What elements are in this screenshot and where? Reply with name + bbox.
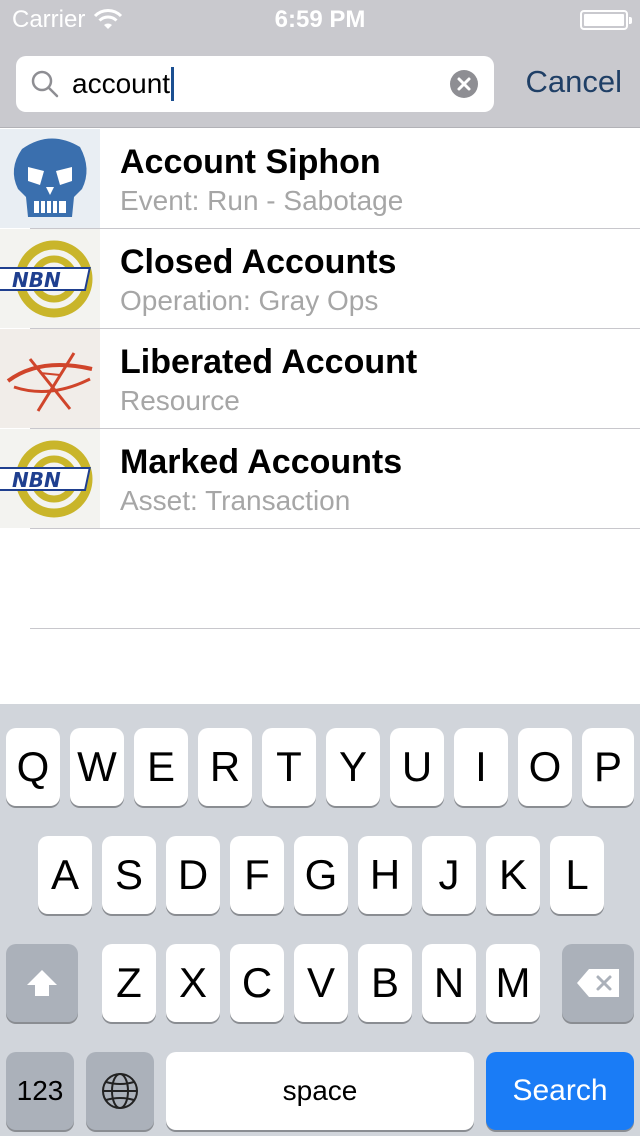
clock: 6:59 PM	[274, 6, 366, 33]
result-subtitle: Event: Run - Sabotage	[120, 185, 404, 216]
key-w[interactable]: W	[70, 728, 124, 806]
key-d[interactable]: D	[166, 836, 220, 914]
result-subtitle: Operation: Gray Ops	[120, 285, 379, 316]
result-title: Closed Accounts	[120, 243, 397, 281]
result-subtitle: Asset: Transaction	[120, 485, 351, 516]
nbn-logo-icon: NBN	[0, 229, 100, 328]
key-u[interactable]: U	[390, 728, 444, 806]
list-item[interactable]: Liberated Account Resource	[0, 329, 640, 429]
result-subtitle: Resource	[120, 385, 240, 416]
search-input[interactable]: account	[16, 56, 494, 112]
text-cursor	[171, 67, 175, 101]
cancel-button[interactable]: Cancel	[526, 60, 623, 104]
key-o[interactable]: O	[518, 728, 572, 806]
key-s[interactable]: S	[102, 836, 156, 914]
space-key[interactable]: space	[166, 1052, 474, 1130]
search-query: account	[72, 68, 171, 99]
empty-row	[0, 529, 640, 629]
key-p[interactable]: P	[582, 728, 634, 806]
anarch-skull-icon	[0, 129, 100, 228]
result-title: Account Siphon	[120, 143, 381, 181]
key-k[interactable]: K	[486, 836, 540, 914]
backspace-icon	[577, 969, 619, 997]
numbers-key[interactable]: 123	[6, 1052, 74, 1130]
key-g[interactable]: G	[294, 836, 348, 914]
status-bar: Carrier 6:59 PM	[0, 0, 640, 40]
key-r[interactable]: R	[198, 728, 252, 806]
key-e[interactable]: E	[134, 728, 188, 806]
delete-key[interactable]	[562, 944, 634, 1022]
key-b[interactable]: B	[358, 944, 412, 1022]
keyboard: Q W E R T Y U I O P A S D F G H J K L Z …	[0, 704, 640, 1136]
battery-icon	[580, 10, 632, 30]
search-text: account	[72, 67, 175, 101]
shift-key[interactable]	[6, 944, 78, 1022]
key-z[interactable]: Z	[102, 944, 156, 1022]
key-v[interactable]: V	[294, 944, 348, 1022]
svg-text:NBN: NBN	[12, 268, 61, 292]
list-item[interactable]: NBN Closed Accounts Operation: Gray Ops	[0, 229, 640, 329]
key-t[interactable]: T	[262, 728, 316, 806]
results-list: Account Siphon Event: Run - Sabotage NBN…	[0, 129, 640, 629]
result-title: Marked Accounts	[120, 443, 403, 481]
key-m[interactable]: M	[486, 944, 540, 1022]
key-y[interactable]: Y	[326, 728, 380, 806]
globe-icon	[102, 1073, 138, 1109]
nbn-logo-icon: NBN	[0, 429, 100, 528]
search-button[interactable]: Search	[486, 1052, 634, 1130]
key-i[interactable]: I	[454, 728, 508, 806]
key-f[interactable]: F	[230, 836, 284, 914]
clear-icon[interactable]	[450, 70, 478, 98]
key-j[interactable]: J	[422, 836, 476, 914]
key-c[interactable]: C	[230, 944, 284, 1022]
key-n[interactable]: N	[422, 944, 476, 1022]
key-x[interactable]: X	[166, 944, 220, 1022]
key-q[interactable]: Q	[6, 728, 60, 806]
svg-text:NBN: NBN	[12, 468, 61, 492]
key-l[interactable]: L	[550, 836, 604, 914]
search-icon	[31, 70, 59, 98]
criminal-eye-icon	[0, 329, 100, 428]
search-header: Carrier 6:59 PM account Cancel	[0, 0, 640, 128]
list-item[interactable]: NBN Marked Accounts Asset: Transaction	[0, 429, 640, 529]
globe-key[interactable]	[86, 1052, 154, 1130]
list-item[interactable]: Account Siphon Event: Run - Sabotage	[0, 129, 640, 229]
key-h[interactable]: H	[358, 836, 412, 914]
key-a[interactable]: A	[38, 836, 92, 914]
divider	[30, 628, 640, 629]
result-title: Liberated Account	[120, 343, 418, 381]
shift-icon	[27, 970, 57, 996]
